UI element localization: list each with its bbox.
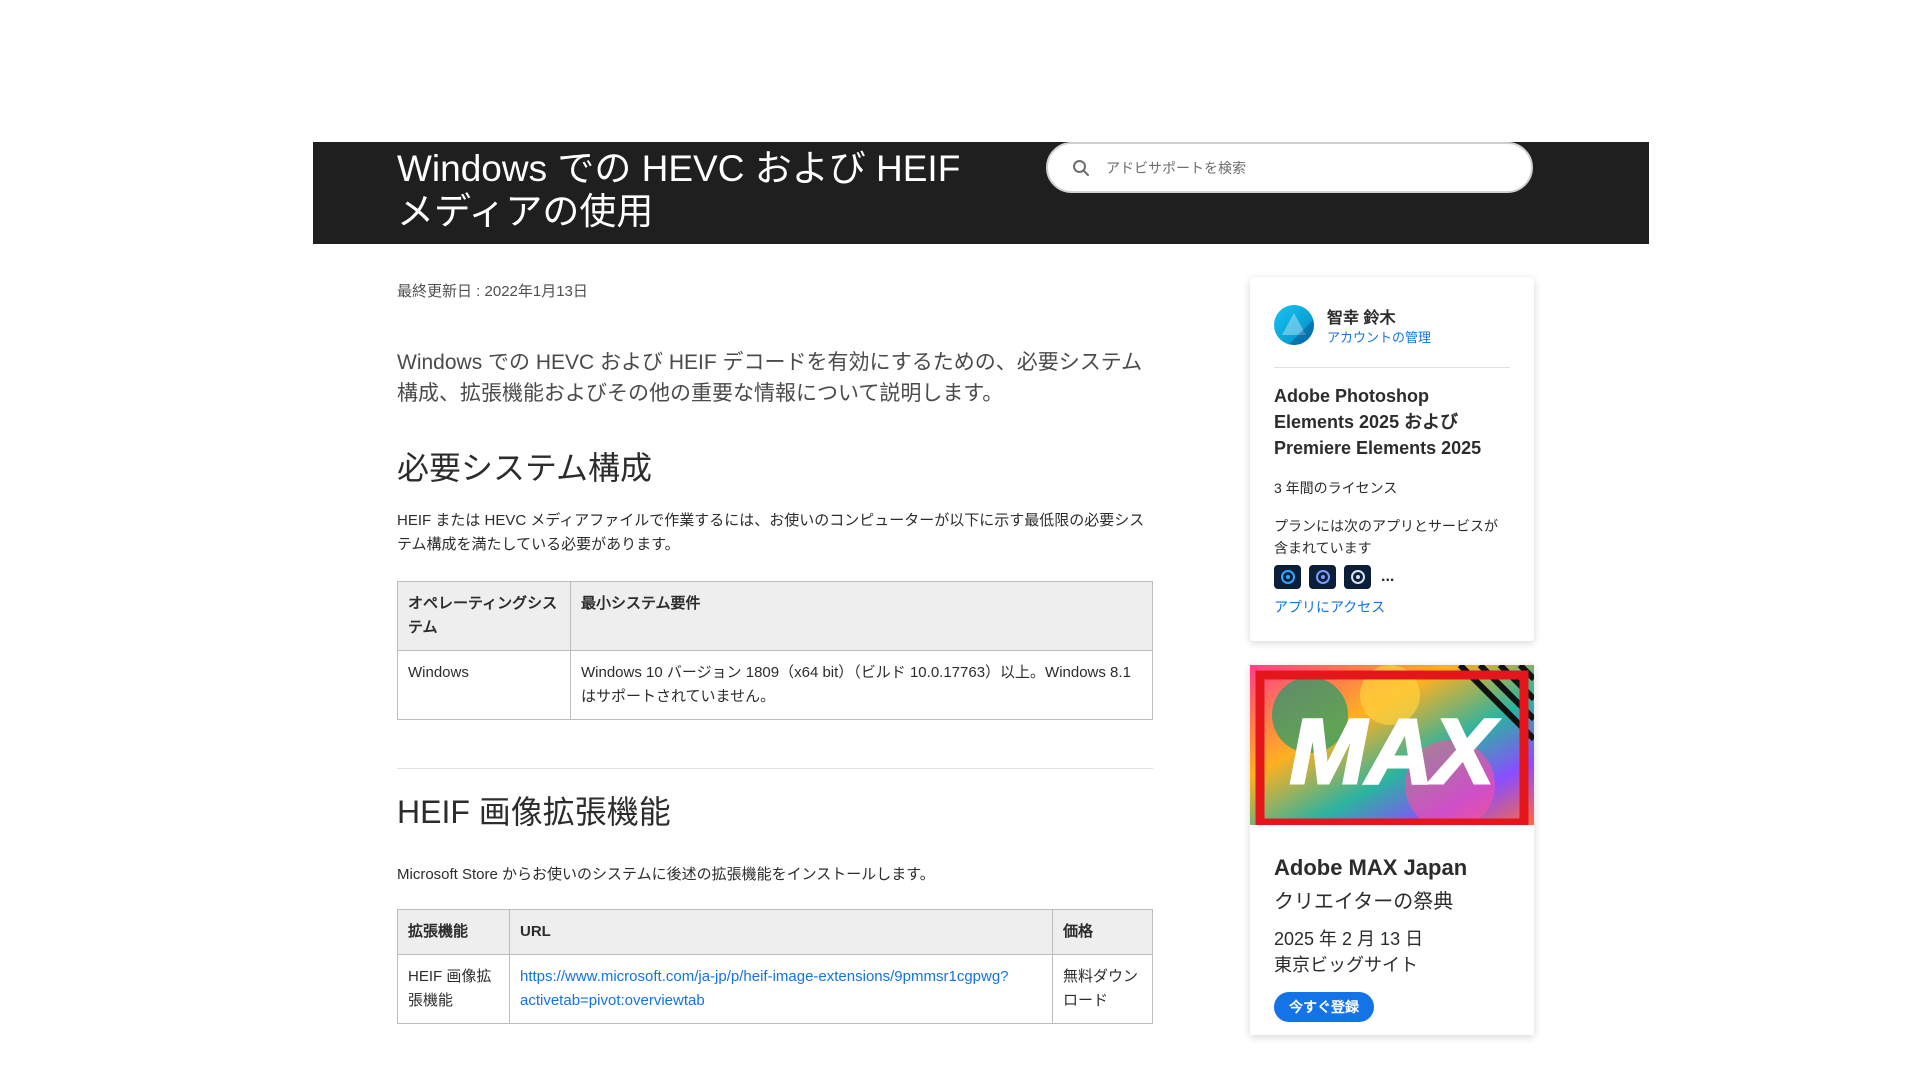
page-title: Windows での HEVC および HEIF メディアの使用 bbox=[397, 148, 961, 232]
elements-organizer-icon[interactable] bbox=[1344, 565, 1371, 589]
requirements-table: オペレーティングシステム 最小システム要件 Windows Windows 10… bbox=[397, 581, 1153, 720]
table-header-cell: URL bbox=[509, 909, 1053, 955]
last-updated: 最終更新日 : 2022年1月13日 bbox=[397, 283, 588, 300]
access-apps-link[interactable]: アプリにアクセス bbox=[1274, 597, 1385, 617]
more-apps-ellipsis: ... bbox=[1381, 568, 1395, 585]
promo-subtitle: クリエイターの祭典 bbox=[1274, 891, 1454, 913]
page-header: Windows での HEVC および HEIF メディアの使用 bbox=[313, 142, 1649, 244]
promo-date: 2025 年 2 月 13 日 bbox=[1274, 929, 1424, 949]
register-button[interactable]: 今すぐ登録 bbox=[1274, 992, 1374, 1022]
avatar bbox=[1274, 305, 1314, 345]
table-cell: Windows 10 バージョン 1809（x64 bit）（ビルド 10.0.… bbox=[570, 650, 1153, 720]
user-name: 智幸 鈴木 bbox=[1327, 310, 1396, 327]
photoshop-elements-icon[interactable] bbox=[1274, 565, 1301, 589]
promo-venue: 東京ビッグサイト bbox=[1274, 955, 1418, 975]
manage-account-link[interactable]: アカウントの管理 bbox=[1327, 327, 1431, 346]
store-url-link[interactable]: https://www.microsoft.com/ja-jp/p/heif-i… bbox=[520, 968, 1009, 1009]
article-intro: Windows での HEVC および HEIF デコードを有効にするための、必… bbox=[397, 351, 1143, 405]
max-logo-text: MAX bbox=[1290, 701, 1499, 803]
promo-card: MAX Adobe MAX Japan クリエイターの祭典 2025 年 2 月… bbox=[1250, 665, 1534, 1035]
plan-includes-text: プランには次のアプリとサービスが含まれています bbox=[1274, 518, 1498, 556]
section-divider bbox=[397, 768, 1153, 769]
search-input[interactable] bbox=[1106, 159, 1506, 176]
max-banner-image: MAX bbox=[1250, 665, 1534, 825]
table-header-row: オペレーティングシステム 最小システム要件 bbox=[397, 581, 1153, 651]
license-term: 3 年間のライセンス bbox=[1274, 480, 1398, 496]
extensions-table: 拡張機能 URL 価格 HEIF 画像拡張機能 https://www.micr… bbox=[397, 909, 1153, 1024]
table-header-cell: 価格 bbox=[1052, 909, 1153, 955]
table-header-cell: 拡張機能 bbox=[397, 909, 510, 955]
premiere-elements-icon[interactable] bbox=[1309, 565, 1336, 589]
search-bar[interactable] bbox=[1046, 142, 1533, 193]
card-divider bbox=[1274, 367, 1510, 368]
section-paragraph: HEIF または HEVC メディアファイルで作業するには、お使いのコンピュータ… bbox=[397, 512, 1145, 553]
table-header-cell: オペレーティングシステム bbox=[397, 581, 571, 651]
section-title-heif-extensions: HEIF 画像拡張機能 bbox=[397, 794, 671, 830]
section-title-system-requirements: 必要システム構成 bbox=[397, 450, 653, 486]
section-paragraph: Microsoft Store からお使いのシステムに後述の拡張機能をインストー… bbox=[397, 866, 935, 883]
table-cell: HEIF 画像拡張機能 bbox=[397, 954, 510, 1024]
table-row: Windows Windows 10 バージョン 1809（x64 bit）（ビ… bbox=[397, 650, 1153, 720]
promo-title: Adobe MAX Japan bbox=[1274, 855, 1468, 880]
table-header-row: 拡張機能 URL 価格 bbox=[397, 909, 1153, 955]
table-row: HEIF 画像拡張機能 https://www.microsoft.com/ja… bbox=[397, 954, 1153, 1024]
table-cell: https://www.microsoft.com/ja-jp/p/heif-i… bbox=[509, 954, 1053, 1024]
table-cell: Windows bbox=[397, 650, 571, 720]
app-icon-list: ... bbox=[1274, 565, 1394, 589]
table-cell: 無料ダウンロード bbox=[1052, 954, 1153, 1024]
table-header-cell: 最小システム要件 bbox=[570, 581, 1153, 651]
article-main: 最終更新日 : 2022年1月13日 Windows での HEVC および H… bbox=[397, 270, 1153, 1024]
search-icon bbox=[1072, 159, 1090, 177]
account-card: 智幸 鈴木 アカウントの管理 Adobe Photoshop Elements … bbox=[1250, 277, 1534, 641]
plan-title: Adobe Photoshop Elements 2025 および Premie… bbox=[1274, 386, 1482, 458]
